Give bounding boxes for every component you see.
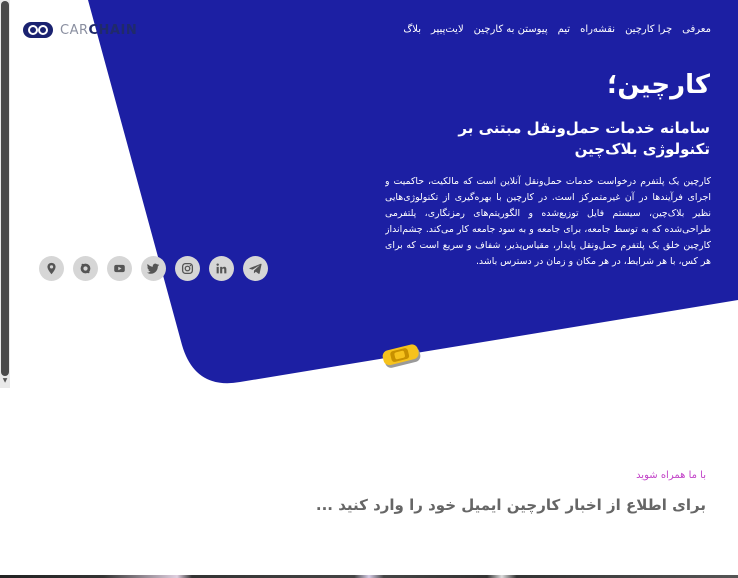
logo[interactable]: CARCHAIN — [22, 20, 137, 40]
telegram-icon[interactable] — [243, 256, 268, 281]
nav-item-why-carchain[interactable]: چرا کارچین — [625, 24, 672, 35]
taxi-car-icon — [382, 344, 421, 368]
nav-item-roadmap[interactable]: نقشه‌راه — [580, 24, 615, 35]
nav-item-team[interactable]: تیم — [558, 24, 570, 35]
nav-item-intro[interactable]: معرفی — [682, 24, 711, 35]
twitter-icon[interactable] — [141, 256, 166, 281]
scrollbar[interactable]: ▼ — [0, 0, 10, 388]
location-icon[interactable] — [39, 256, 64, 281]
hero-title: کارچین؛ — [607, 70, 710, 100]
aparat-icon[interactable] — [73, 256, 98, 281]
youtube-icon[interactable] — [107, 256, 132, 281]
scroll-down-arrow-icon[interactable]: ▼ — [1, 376, 9, 386]
logo-text: CARCHAIN — [60, 23, 137, 38]
logo-text-chain: CHAIN — [88, 22, 138, 38]
hero-subtitle: سامانه خدمات حمل‌ونقل مبتنی بر تکنولوژی … — [458, 119, 710, 158]
hero-description: کارچین یک پلتفرم درخواست خدمات حمل‌ونقل … — [385, 176, 711, 267]
instagram-icon[interactable] — [175, 256, 200, 281]
chain-link-icon — [23, 22, 53, 38]
nav-item-join[interactable]: پیوستن به کارچین — [474, 24, 548, 35]
newsletter-title: برای اطلاع از اخبار کارچین ایمیل خود را … — [315, 496, 706, 514]
social-links — [39, 256, 268, 281]
linkedin-icon[interactable] — [209, 256, 234, 281]
hero-description-container: کارچین یک پلتفرم درخواست خدمات حمل‌ونقل … — [385, 174, 711, 278]
join-kicker: با ما همراه شوید — [636, 470, 706, 481]
main-nav: معرفی چرا کارچین نقشه‌راه تیم پیوستن به … — [403, 24, 711, 35]
nav-item-litepaper[interactable]: لایت‌پیپر — [431, 24, 464, 35]
scrollbar-thumb[interactable] — [1, 1, 9, 376]
nav-item-blog[interactable]: بلاگ — [403, 24, 421, 35]
logo-text-car: CAR — [60, 22, 89, 38]
